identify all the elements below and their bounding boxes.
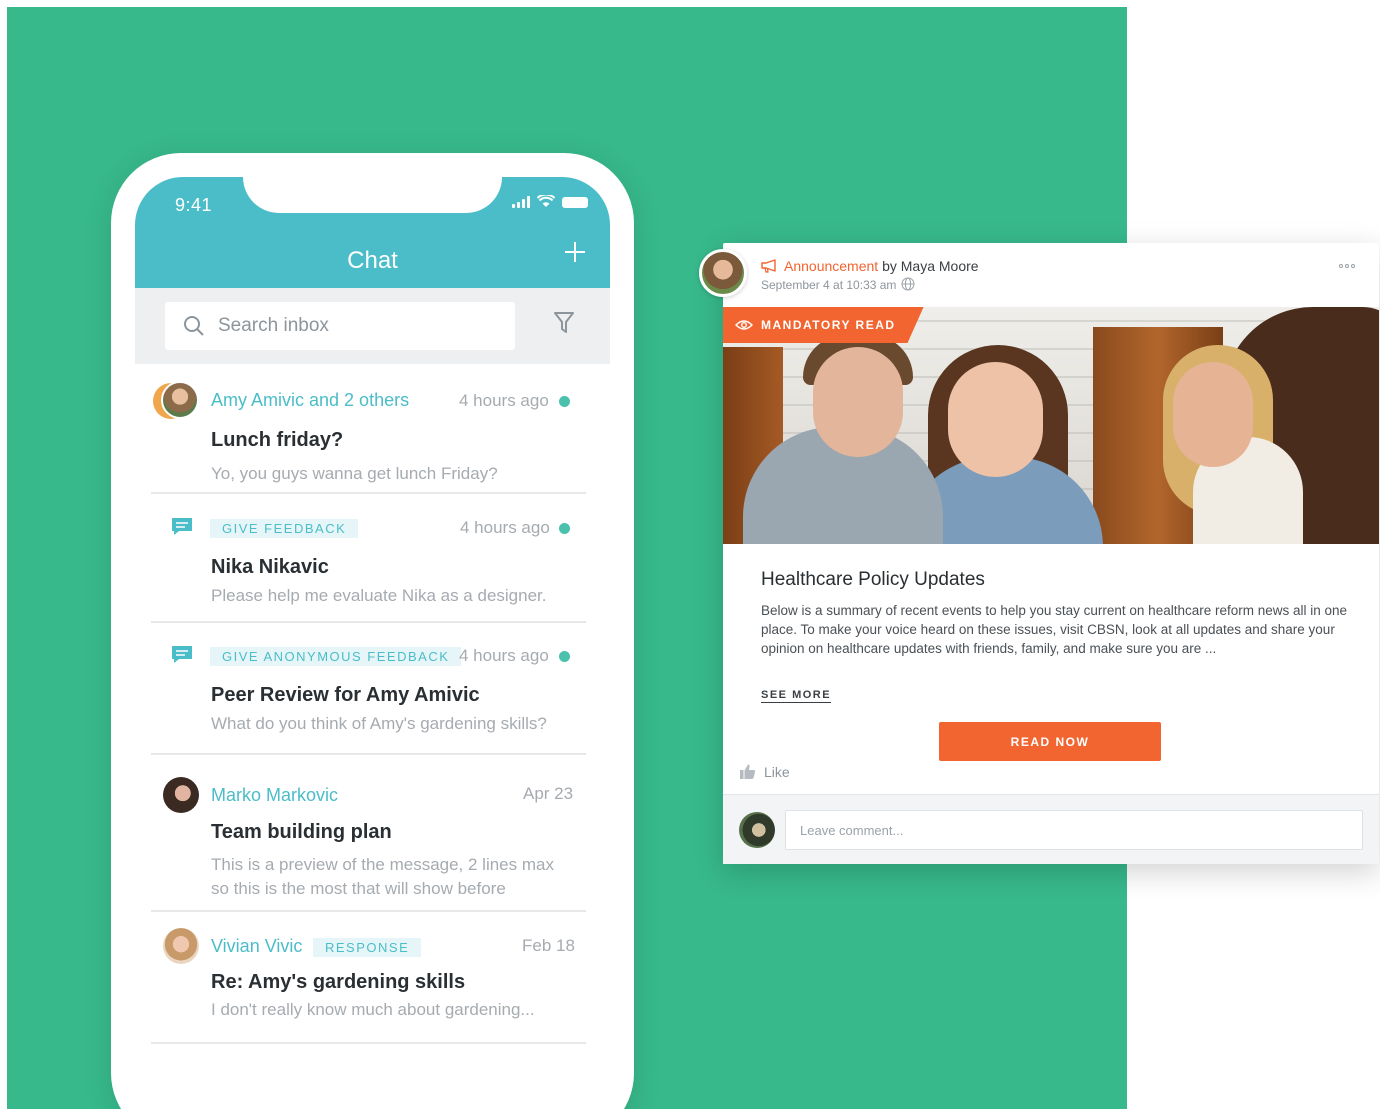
signal-icon <box>512 196 530 208</box>
conversation-preview: Please help me evaluate Nika as a design… <box>211 586 547 605</box>
mandatory-read-badge: MANDATORY READ <box>723 307 924 343</box>
unread-dot <box>559 651 570 662</box>
post-body: Below is a summary of recent events to h… <box>761 603 1348 656</box>
conversation-name: Marko Markovic <box>211 785 339 805</box>
conversation-name: Vivian Vivic <box>211 936 303 956</box>
list-item[interactable]: Marko Markovic Apr 23 Team building plan… <box>151 757 586 912</box>
chat-title: Chat <box>347 247 398 274</box>
announcement-card: Announcement by Maya Moore September 4 a… <box>699 243 1379 864</box>
conversation-time: 4 hours ago <box>459 646 549 665</box>
conversation-name: Amy Amivic and 2 others <box>211 390 410 410</box>
conversation-title: Peer Review for Amy Amivic <box>211 684 480 706</box>
conversation-preview: What do you think of Amy's gardening ski… <box>211 714 547 733</box>
avatar <box>739 812 775 848</box>
post-date: September 4 at 10:33 am <box>761 278 897 292</box>
list-item[interactable]: Vivian Vivic RESPONSE Feb 18 Re: Amy's g… <box>151 914 586 1044</box>
conversation-time: Apr 23 <box>523 784 574 803</box>
filter-icon[interactable] <box>553 310 575 336</box>
see-more-link[interactable]: SEE MORE <box>761 689 832 703</box>
search-icon <box>184 316 204 336</box>
avatar <box>163 928 199 964</box>
feedback-tag: GIVE ANONYMOUS FEEDBACK <box>210 647 462 666</box>
search-input[interactable] <box>218 311 498 341</box>
more-icon[interactable] <box>1339 264 1355 268</box>
announcement-author-line: Announcement by Maya Moore <box>784 258 979 274</box>
avatar <box>161 381 199 419</box>
announcement-author: by Maya Moore <box>882 258 979 274</box>
conversation-title: Team building plan <box>211 821 392 843</box>
conversation-time: Feb 18 <box>522 936 575 955</box>
chat-header: 9:41 Chat <box>135 177 610 288</box>
avatar[interactable] <box>699 249 747 297</box>
list-item[interactable]: GIVE FEEDBACK 4 hours ago Nika Nikavic P… <box>151 496 586 623</box>
conversation-preview-line-1: This is a preview of the message, 2 line… <box>211 855 554 874</box>
badge-label: MANDATORY READ <box>761 318 896 332</box>
search-box[interactable] <box>165 302 515 350</box>
search-bar-area <box>135 288 610 364</box>
chat-bubble-icon <box>172 518 192 535</box>
conversation-time: 4 hours ago <box>459 391 549 410</box>
status-icons <box>512 195 588 208</box>
globe-icon <box>901 277 915 291</box>
phone-notch <box>243 177 502 213</box>
read-now-button[interactable]: READ NOW <box>939 722 1161 761</box>
chat-bubble-icon <box>172 646 192 663</box>
response-tag: RESPONSE <box>313 938 422 957</box>
conversation-preview-line-2: so this is the most that will show befor… <box>211 879 506 898</box>
conversation-time: 4 hours ago <box>460 518 550 537</box>
eye-icon <box>735 320 753 330</box>
unread-dot <box>559 396 570 407</box>
post-title: Healthcare Policy Updates <box>761 569 985 590</box>
conversation-preview: Yo, you guys wanna get lunch Friday? <box>211 464 498 483</box>
comment-input[interactable] <box>785 810 1363 850</box>
announcement-type-link[interactable]: Announcement <box>784 258 878 274</box>
status-time: 9:41 <box>175 195 213 215</box>
list-item[interactable]: Amy Amivic and 2 others 4 hours ago Lunc… <box>151 364 586 494</box>
feedback-tag: GIVE FEEDBACK <box>210 519 359 538</box>
list-item[interactable]: GIVE ANONYMOUS FEEDBACK 4 hours ago Peer… <box>151 625 586 755</box>
phone-screen: 9:41 Chat Search inbox Amy Amivic and 2 … <box>135 177 610 1109</box>
phone-frame: 9:41 Chat Search inbox Amy Amivic and 2 … <box>111 153 634 1109</box>
like-button[interactable]: Like <box>739 763 790 780</box>
wifi-icon <box>537 195 555 207</box>
conversation-preview: I don't really know much about gardening… <box>211 1000 535 1019</box>
avatar <box>163 777 199 813</box>
conversation-title: Re: Amy's gardening skills <box>211 971 466 993</box>
thumbs-up-icon <box>740 764 756 779</box>
megaphone-icon <box>761 259 776 273</box>
conversation-title: Lunch friday? <box>211 429 344 451</box>
conversation-title: Nika Nikavic <box>211 556 329 578</box>
plus-icon[interactable] <box>564 241 586 263</box>
comment-area <box>723 794 1379 864</box>
unread-dot <box>559 523 570 534</box>
like-label: Like <box>764 763 790 780</box>
battery-icon <box>562 197 588 208</box>
